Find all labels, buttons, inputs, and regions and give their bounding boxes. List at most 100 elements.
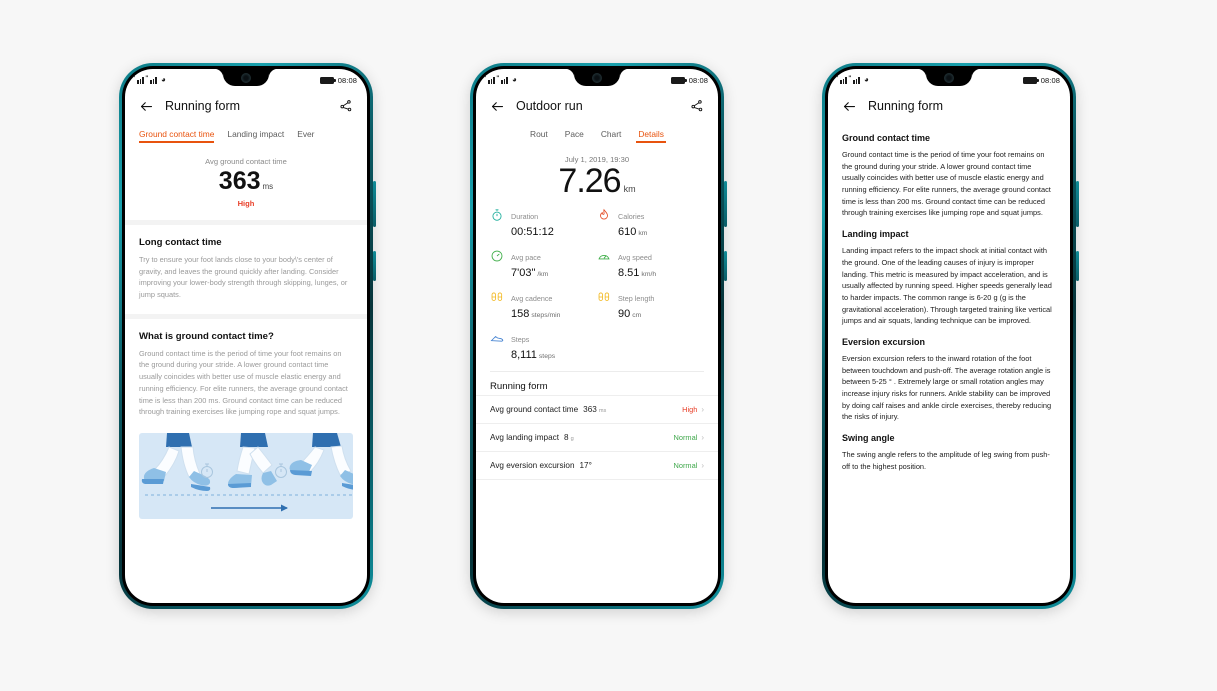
metric-text: Avg pace 7'03"/km	[511, 247, 548, 279]
chevron-right-icon[interactable]: ›	[701, 433, 704, 442]
metric-text: Duration 00:51:12	[511, 206, 556, 238]
power-button-1[interactable]	[373, 251, 376, 281]
status-badge: Normal	[673, 461, 698, 471]
flame-icon	[597, 208, 611, 222]
app-bar-3: Running form	[828, 89, 1070, 123]
volume-button-2[interactable]	[724, 181, 727, 227]
share-icon[interactable]	[339, 99, 353, 113]
back-arrow-icon[interactable]	[842, 99, 857, 114]
volume-button-3[interactable]	[1076, 181, 1079, 227]
section-heading: Long contact time	[139, 237, 222, 248]
status-badge: High	[682, 405, 698, 415]
volume-button-1[interactable]	[373, 181, 376, 227]
hero-value: 363 ms	[125, 169, 367, 194]
metric-value: 90 cm	[618, 308, 654, 320]
metric-label: Duration	[511, 211, 539, 221]
metric-unit: steps	[538, 352, 556, 360]
tab-chart[interactable]: Chart	[601, 129, 621, 143]
metrics-row: Avg cadence 158 steps/min Step length 90 c…	[490, 288, 704, 320]
battery-icon	[670, 76, 687, 84]
section-what-is-gct: What is ground contact time? Ground cont…	[125, 319, 367, 431]
metric-text: Calories 610 km	[618, 206, 647, 238]
section-swing-angle: Swing angle The swing angle refers to th…	[828, 433, 1070, 482]
metric-unit: /km	[537, 270, 549, 278]
list-item-label: Avg landing impact 8 g	[490, 433, 574, 442]
signal-bars-icon-1: "	[483, 76, 496, 84]
tab-bar-1: Ground contact time Landing impact Ever	[125, 123, 367, 143]
phone-3-bezel: " " ◕ 08:08 Running form Ground contact …	[825, 66, 1073, 606]
hero-label: Avg ground contact time	[205, 157, 287, 166]
metric-unit: km/h	[641, 270, 657, 278]
metric-value: 8,111 steps	[511, 349, 555, 361]
metric-avg-cadence: Avg cadence 158 steps/min	[490, 288, 597, 320]
pace-gauge-icon	[490, 249, 504, 263]
back-arrow-icon[interactable]	[490, 99, 505, 114]
row-value: 8	[564, 433, 569, 443]
phone-3-screen: " " ◕ 08:08 Running form Ground contact …	[828, 69, 1070, 603]
phone-1-screen: " " ◕ 08:08 Running form Ground contact …	[125, 69, 367, 603]
metric-number: 00:51:12	[511, 225, 554, 238]
stopwatch-icon	[490, 208, 504, 222]
tab-details[interactable]: Details	[636, 129, 666, 143]
signal-bars-icon-2: "	[848, 76, 861, 84]
metric-label: Avg pace	[511, 252, 541, 262]
tab-ground-contact-time[interactable]: Ground contact time	[139, 129, 215, 143]
status-bar-left-3: " " ◕	[835, 76, 869, 84]
metric-text: Avg cadence 158 steps/min	[511, 288, 560, 320]
section-long-contact-time: Long contact time Try to ensure your foo…	[125, 225, 367, 314]
signal-label-2: "	[848, 76, 852, 82]
section-body: Landing impact refers to the impact shoc…	[842, 246, 1052, 326]
signal-bars-icon-1: "	[132, 76, 145, 84]
metric-avg-pace: Avg pace 7'03"/km	[490, 247, 597, 279]
section-ground-contact-time: Ground contact time Ground contact time …	[828, 133, 1070, 229]
section-heading: Landing impact	[842, 229, 909, 240]
tab-landing-impact[interactable]: Landing impact	[227, 129, 284, 143]
row-value: 17°	[579, 461, 592, 471]
tab-bar-2: Rout Pace Chart Details	[476, 123, 718, 143]
list-item-ground-contact-time[interactable]: Avg ground contact time 363 ms High ›	[476, 395, 718, 423]
metric-label: Avg cadence	[511, 293, 553, 303]
hero-unit: ms	[262, 182, 274, 191]
tab-pace[interactable]: Pace	[565, 129, 584, 143]
list-item-status: Normal ›	[674, 433, 705, 442]
share-icon[interactable]	[690, 99, 704, 113]
list-item-landing-impact[interactable]: Avg landing impact 8 g Normal ›	[476, 423, 718, 451]
chevron-right-icon[interactable]: ›	[701, 461, 704, 470]
metric-duration: Duration 00:51:12	[490, 206, 597, 238]
list-item-status: High ›	[682, 405, 704, 414]
tab-eversion[interactable]: Ever	[297, 129, 314, 143]
row-unit: g	[570, 436, 574, 443]
wifi-icon: ◕	[512, 75, 517, 84]
signal-label-1: "	[132, 76, 136, 82]
status-bar-right-2: 08:08	[670, 76, 708, 85]
row-label: Avg eversion excursion	[490, 461, 575, 471]
status-clock: 08:08	[337, 75, 357, 85]
power-button-3[interactable]	[1076, 251, 1079, 281]
distance-unit: km	[623, 184, 636, 194]
metric-label: Step length	[618, 293, 655, 303]
metrics-grid: Duration 00:51:12 Calories 610 km Avg pa…	[476, 200, 718, 371]
chevron-right-icon[interactable]: ›	[701, 405, 704, 414]
phone-2-bezel: " " ◕ 08:08 Outdoor run Rout Pace Chart …	[473, 66, 721, 606]
battery-icon	[319, 76, 336, 84]
metric-number: 610	[618, 225, 637, 238]
tab-route[interactable]: Rout	[530, 129, 548, 143]
metrics-row: Steps 8,111 steps	[490, 329, 704, 361]
metric-number: 158	[511, 307, 530, 320]
metric-number: 8.51	[618, 266, 640, 279]
metric-calories: Calories 610 km	[597, 206, 704, 238]
phone-1: " " ◕ 08:08 Running form Ground contact …	[119, 63, 376, 609]
metric-value: 7'03"/km	[511, 267, 548, 279]
power-button-2[interactable]	[724, 251, 727, 281]
list-item-status: Normal ›	[674, 461, 705, 470]
back-arrow-icon[interactable]	[139, 99, 154, 114]
status-badge: High	[237, 199, 255, 208]
app-bar-2: Outdoor run	[476, 89, 718, 123]
section-body: Try to ensure your foot lands close to y…	[139, 255, 348, 300]
run-summary: July 1, 2019, 19:30 7.26 km	[476, 143, 718, 200]
section-heading: Swing angle	[842, 433, 895, 444]
wifi-icon: ◕	[161, 75, 166, 84]
list-item-eversion-excursion[interactable]: Avg eversion excursion 17° Normal ›	[476, 451, 718, 479]
signal-bars-icon-2: "	[496, 76, 509, 84]
section-heading: What is ground contact time?	[139, 330, 274, 342]
